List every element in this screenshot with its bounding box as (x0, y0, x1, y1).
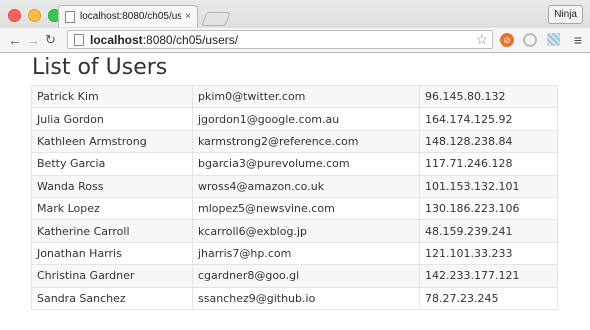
table-row: Sandra Sanchez ssanchez9@github.io 78.27.2… (31, 286, 558, 310)
users-table: Patrick Kim pkim0@twitter.com 96.145.80.13… (31, 84, 558, 310)
table-row: Mark Lopez mlopez5@newsvine.com 130.186.22… (31, 196, 558, 221)
user-name-cell: Mark Lopez (31, 196, 193, 221)
user-name-cell: Betty Garcia (31, 152, 193, 176)
toolbar: ← → ↻ localhost:8080/ch05/users/ ☆ ⊘ ≡ (0, 28, 590, 52)
page-title: List of Users (32, 55, 168, 80)
address-path: :8080/ch05/users/ (142, 32, 239, 47)
user-ip-cell: 101.153.132.101 (419, 174, 558, 198)
user-ip-cell: 148.128.238.84 (419, 129, 558, 154)
table-row: Julia Gordon jgordon1@google.com.au 164.17… (31, 107, 558, 131)
user-ip-cell: 121.101.33.233 (419, 241, 558, 266)
user-name-cell: Katherine Carroll (31, 219, 193, 243)
reload-icon[interactable]: ↻ (45, 31, 56, 49)
user-email-cell: pkim0@twitter.com (192, 84, 420, 109)
user-name-cell: Kathleen Armstrong (31, 129, 193, 154)
address-bar[interactable]: localhost:8080/ch05/users/ ☆ (67, 30, 493, 49)
tab-close-icon[interactable]: × (185, 11, 191, 22)
tab-title: localhost:8080/ch05/users/ (80, 11, 182, 22)
user-ip-cell: 78.27.23.245 (419, 286, 558, 310)
user-email-cell: karmstrong2@reference.com (192, 129, 420, 154)
table-row: Jonathan Harris jharris7@hp.com 121.101.33… (31, 241, 558, 266)
sync-icon[interactable] (523, 33, 537, 47)
user-email-cell: jharris7@hp.com (192, 241, 420, 266)
minimize-window-button[interactable] (28, 9, 41, 22)
user-ip-cell: 142.233.177.121 (419, 264, 558, 288)
table-row: Christina Gardner cgardner8@goo.gl 142.233… (31, 264, 558, 288)
page-icon (74, 33, 84, 46)
user-email-cell: wross4@amazon.co.uk (192, 174, 420, 198)
user-name-cell: Christina Gardner (31, 264, 193, 288)
address-host: localhost (90, 32, 143, 47)
user-ip-cell: 96.145.80.132 (419, 84, 558, 109)
table-row: Kathleen Armstrong karmstrong2@reference.… (31, 129, 558, 154)
back-icon[interactable]: ← (8, 31, 22, 49)
bookmark-star-icon[interactable]: ☆ (475, 31, 488, 48)
user-email-cell: jgordon1@google.com.au (192, 107, 420, 131)
user-email-cell: bgarcia3@purevolume.com (192, 152, 420, 176)
user-email-cell: kcarroll6@exblog.jp (192, 219, 420, 243)
browser-tab[interactable]: localhost:8080/ch05/users/ × (58, 5, 198, 27)
table-row: Katherine Carroll kcarroll6@exblog.jp 48.1… (31, 219, 558, 243)
page-content: List of Users Patrick Kim pkim0@twitter.c… (0, 53, 590, 330)
user-name-cell: Wanda Ross (31, 174, 193, 198)
ublock-icon[interactable]: ⊘ (500, 33, 514, 47)
user-name-cell: Patrick Kim (31, 84, 193, 109)
user-ip-cell: 164.174.125.92 (419, 107, 558, 131)
page-icon (65, 10, 75, 23)
table-row: Wanda Ross wross4@amazon.co.uk 101.153.132… (31, 174, 558, 198)
pattern-extension-icon[interactable] (547, 33, 560, 46)
user-name-cell: Julia Gordon (31, 107, 193, 131)
user-ip-cell: 48.159.239.241 (419, 219, 558, 243)
user-email-cell: ssanchez9@github.io (192, 286, 420, 310)
browser-chrome: localhost:8080/ch05/users/ × Ninja ← → ↻… (0, 0, 590, 53)
address-url: localhost:8080/ch05/users/ (90, 33, 238, 47)
user-email-cell: mlopez5@newsvine.com (192, 196, 420, 221)
menu-icon[interactable]: ≡ (574, 32, 582, 48)
close-window-button[interactable] (8, 9, 21, 22)
table-row: Betty Garcia bgarcia3@purevolume.com 117.7… (31, 152, 558, 176)
user-ip-cell: 130.186.223.106 (419, 196, 558, 221)
window-controls (8, 9, 61, 22)
user-ip-cell: 117.71.246.128 (419, 152, 558, 176)
new-tab-button[interactable] (201, 12, 231, 26)
user-name-cell: Jonathan Harris (31, 241, 193, 266)
table-row: Patrick Kim pkim0@twitter.com 96.145.80.13… (31, 84, 558, 109)
forward-icon[interactable]: → (26, 31, 40, 49)
profile-button[interactable]: Ninja (548, 5, 583, 24)
user-name-cell: Sandra Sanchez (31, 286, 193, 310)
user-email-cell: cgardner8@goo.gl (192, 264, 420, 288)
